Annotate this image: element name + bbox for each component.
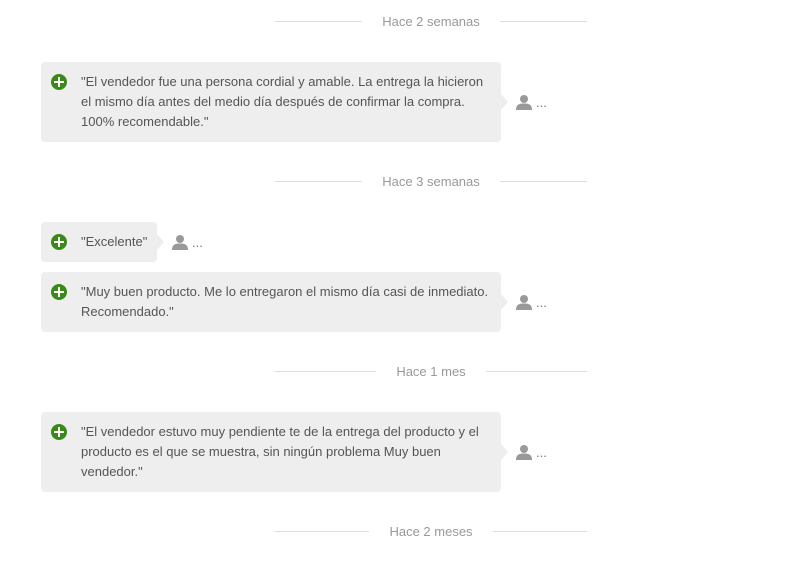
user-icon bbox=[516, 95, 532, 110]
plus-circle-icon bbox=[51, 424, 67, 440]
divider-line bbox=[275, 180, 363, 182]
review-item: "El vendedor fue una persona cordial y a… bbox=[41, 62, 547, 142]
date-divider: Hace 2 meses bbox=[275, 521, 587, 541]
author-name: ... bbox=[536, 444, 547, 460]
review-item: "El vendedor estuvo muy pendiente te de … bbox=[41, 412, 547, 492]
divider-line bbox=[275, 370, 377, 372]
review-item: "Excelente" ... bbox=[41, 222, 203, 262]
divider-line bbox=[275, 20, 363, 22]
review-author[interactable]: ... bbox=[516, 294, 547, 310]
date-divider: Hace 2 semanas bbox=[275, 11, 587, 31]
review-bubble: "Excelente" bbox=[41, 222, 164, 262]
date-divider-label: Hace 3 semanas bbox=[382, 173, 480, 189]
plus-circle-icon bbox=[51, 284, 67, 300]
author-name: ... bbox=[536, 294, 547, 310]
reviews-page: Hace 2 semanas "El vendedor fue una pers… bbox=[0, 0, 789, 563]
divider-line bbox=[275, 530, 370, 532]
plus-circle-icon bbox=[51, 74, 67, 90]
review-bubble: "El vendedor estuvo muy pendiente te de … bbox=[41, 412, 508, 492]
date-divider: Hace 1 mes bbox=[275, 361, 587, 381]
review-bubble: "El vendedor fue una persona cordial y a… bbox=[41, 62, 508, 142]
user-icon bbox=[516, 295, 532, 310]
review-text: "Muy buen producto. Me lo entregaron el … bbox=[81, 284, 489, 319]
date-divider-label: Hace 2 meses bbox=[389, 523, 473, 539]
divider-line bbox=[485, 370, 587, 372]
review-author[interactable]: ... bbox=[516, 444, 547, 460]
review-text: "Excelente" bbox=[81, 234, 148, 249]
author-name: ... bbox=[536, 94, 547, 110]
user-icon bbox=[172, 235, 188, 250]
review-author[interactable]: ... bbox=[516, 94, 547, 110]
review-bubble: "Muy buen producto. Me lo entregaron el … bbox=[41, 272, 508, 332]
review-text: "El vendedor fue una persona cordial y a… bbox=[81, 74, 484, 129]
date-divider-label: Hace 1 mes bbox=[396, 363, 466, 379]
date-divider-label: Hace 2 semanas bbox=[382, 13, 480, 29]
review-item: "Muy buen producto. Me lo entregaron el … bbox=[41, 272, 547, 332]
review-text: "El vendedor estuvo muy pendiente te de … bbox=[81, 424, 479, 479]
review-author[interactable]: ... bbox=[172, 234, 203, 250]
user-icon bbox=[516, 445, 532, 460]
author-name: ... bbox=[192, 234, 203, 250]
divider-line bbox=[499, 180, 587, 182]
divider-line bbox=[499, 20, 587, 22]
plus-circle-icon bbox=[51, 234, 67, 250]
divider-line bbox=[492, 530, 587, 532]
date-divider: Hace 3 semanas bbox=[275, 171, 587, 191]
